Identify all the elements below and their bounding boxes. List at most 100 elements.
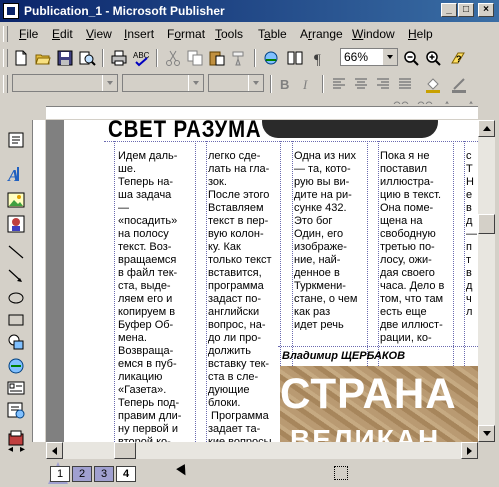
clip-art-icon[interactable]	[6, 214, 26, 234]
object-position-icon	[176, 464, 190, 478]
zoom-in-icon[interactable]	[424, 49, 442, 67]
menu-grip[interactable]	[3, 26, 8, 42]
scrollbar-corner	[478, 442, 495, 459]
menu-arrange[interactable]: Arrange	[300, 27, 343, 41]
html-code-icon[interactable]	[6, 400, 26, 420]
publisher-app-icon[interactable]	[3, 3, 19, 19]
text-column-5[interactable]: с Т Н е в д — п т в д ч л	[466, 150, 478, 350]
menu-file[interactable]: File	[19, 27, 38, 41]
headline-wordart[interactable]: СТРАНА ВЕЛИКАН	[280, 366, 478, 442]
vertical-ruler[interactable]	[30, 120, 46, 442]
scroll-left-button[interactable]	[46, 442, 63, 459]
horizontal-ruler[interactable]	[30, 104, 478, 120]
text-box-icon[interactable]	[6, 130, 26, 150]
chevron-down-icon[interactable]	[382, 49, 397, 65]
show-special-characters-icon[interactable]: ¶	[310, 49, 328, 68]
format-painter-icon[interactable]	[230, 49, 248, 67]
insert-hyperlink-icon[interactable]	[262, 49, 280, 67]
menu-tools[interactable]: Tools	[215, 27, 243, 41]
line-icon[interactable]	[6, 242, 26, 262]
italic-icon[interactable]: I	[298, 75, 316, 93]
hot-spot-icon[interactable]	[6, 356, 26, 376]
page-tab-4[interactable]: 4	[116, 466, 136, 482]
scroll-right-button[interactable]	[461, 442, 478, 459]
text-column-2[interactable]: легко сде- лать на гла- зок. После этого…	[208, 150, 280, 442]
svg-text:¶: ¶	[314, 52, 321, 67]
menu-insert[interactable]: Insert	[124, 27, 154, 41]
bold-icon[interactable]: B	[276, 75, 294, 93]
oval-icon[interactable]	[6, 288, 26, 308]
page-tab-3[interactable]: 3	[94, 466, 114, 482]
cut-icon[interactable]	[164, 49, 182, 67]
new-icon[interactable]	[12, 49, 30, 67]
headline-text-second-line: ВЕЛИКАН	[290, 424, 441, 442]
scroll-down-button[interactable]	[478, 425, 495, 442]
menu-format[interactable]: Format	[167, 27, 205, 41]
help-icon[interactable]: ?	[448, 49, 466, 67]
open-icon[interactable]	[34, 49, 52, 67]
toolbar-grip[interactable]	[3, 49, 8, 67]
next-page-icon[interactable]: ▸	[20, 444, 25, 455]
toolbar-separator	[156, 49, 158, 67]
columns-icon[interactable]	[286, 49, 304, 67]
text-column-3[interactable]: Одна из них — та, кото- рую вы ви- дите …	[294, 150, 366, 330]
document-canvas[interactable]: СВЕТ РАЗУМА Идем даль- ше. Теперь на- ша…	[46, 120, 478, 442]
horizontal-scroll-thumb[interactable]	[114, 442, 136, 459]
menu-help[interactable]: Help	[408, 27, 433, 41]
spelling-icon[interactable]: ABC	[132, 49, 150, 67]
page-tab-2[interactable]: 2	[72, 466, 92, 482]
style-dropdown[interactable]	[12, 74, 118, 92]
svg-text:I: I	[302, 77, 308, 92]
justify-icon[interactable]	[396, 75, 414, 93]
zoom-out-icon[interactable]	[402, 49, 420, 67]
copy-icon[interactable]	[186, 49, 204, 67]
align-right-icon[interactable]	[374, 75, 392, 93]
page-tab-1[interactable]: 1	[50, 466, 70, 482]
ruler-track	[46, 106, 478, 119]
menu-view[interactable]: View	[86, 27, 112, 41]
horizontal-scrollbar[interactable]	[46, 442, 478, 459]
byline[interactable]: Владимир ЩЕРБАКОВ	[282, 350, 405, 362]
toolbar-separator	[270, 75, 272, 93]
rectangle-icon[interactable]	[6, 310, 26, 330]
text-column-4[interactable]: Пока я не поставил иллюстра- цию в текст…	[380, 150, 452, 350]
menu-window[interactable]: Window	[352, 27, 395, 41]
chevron-down-icon[interactable]	[102, 75, 117, 91]
font-dropdown[interactable]	[122, 74, 204, 92]
previous-page-icon[interactable]: ◂	[8, 444, 13, 455]
chevron-down-icon[interactable]	[248, 75, 263, 91]
menu-bar: File Edit View Insert Format Tools Table…	[0, 24, 499, 44]
zoom-dropdown[interactable]: 66%	[340, 48, 398, 66]
picture-frame-icon[interactable]	[6, 190, 26, 210]
align-center-icon[interactable]	[352, 75, 370, 93]
chevron-down-icon[interactable]	[188, 75, 203, 91]
form-control-icon[interactable]	[6, 378, 26, 398]
print-icon[interactable]	[110, 49, 128, 67]
arrow-icon[interactable]	[6, 266, 26, 286]
title-bar[interactable]: Publication_1 - Microsoft Publisher _ □ …	[0, 0, 499, 22]
align-left-icon[interactable]	[330, 75, 348, 93]
scroll-up-button[interactable]	[478, 120, 495, 137]
autoshapes-icon[interactable]	[6, 332, 26, 352]
menu-edit[interactable]: Edit	[52, 27, 73, 41]
word-art-icon[interactable]: A	[6, 164, 26, 185]
vertical-scrollbar[interactable]	[478, 120, 495, 442]
toolbar-grip[interactable]	[3, 75, 8, 93]
maximize-button[interactable]: □	[458, 3, 474, 17]
objects-toolbar: A	[0, 118, 30, 448]
minimize-button[interactable]: _	[441, 3, 457, 17]
ruler-track	[32, 120, 45, 442]
publication-page[interactable]: СВЕТ РАЗУМА Идем даль- ше. Теперь на- ша…	[64, 120, 478, 442]
font-size-dropdown[interactable]	[208, 74, 264, 92]
text-column-1[interactable]: Идем даль- ше. Теперь на- ша задача — «п…	[118, 150, 194, 442]
save-icon[interactable]	[56, 49, 74, 67]
vertical-scroll-thumb[interactable]	[478, 214, 495, 234]
frame-guide	[278, 346, 478, 347]
menu-table[interactable]: Table	[258, 27, 287, 41]
line-color-icon[interactable]	[450, 75, 468, 93]
fill-color-icon[interactable]	[424, 75, 442, 93]
close-button[interactable]: ×	[478, 3, 494, 17]
search-icon[interactable]	[78, 49, 96, 67]
paste-icon[interactable]	[208, 49, 226, 67]
masthead-shape[interactable]	[262, 120, 438, 138]
